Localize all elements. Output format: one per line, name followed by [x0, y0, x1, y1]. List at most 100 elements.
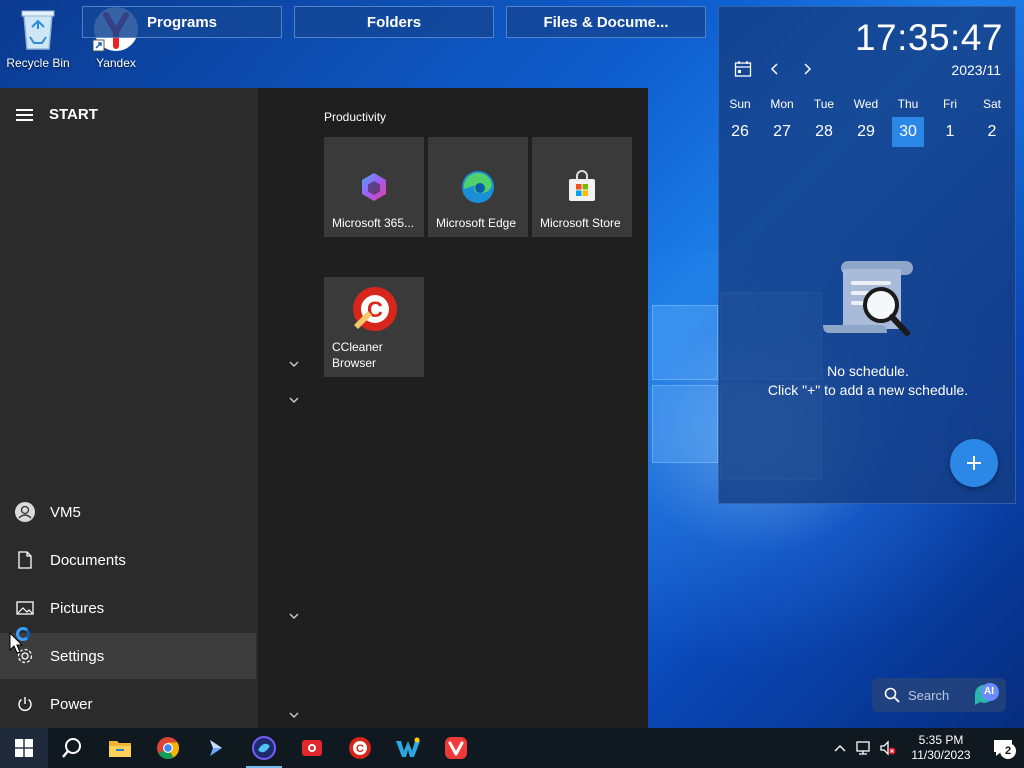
taskbar-clock[interactable]: 5:35 PM 11/30/2023	[900, 733, 982, 763]
tile-label: Microsoft Edge	[436, 216, 517, 230]
search-icon	[62, 738, 81, 758]
start-header[interactable]: START	[16, 106, 98, 123]
taskbar-screen-recorder[interactable]	[288, 728, 336, 768]
calendar-week-row: 26 27 28 29 30 1 2	[719, 117, 1017, 147]
calendar-nav	[733, 59, 817, 79]
plus-icon	[967, 456, 981, 470]
ai-assistant-button[interactable]: AI	[972, 682, 1000, 708]
fence-title: Programs	[146, 13, 218, 31]
calendar-day[interactable]: 1	[929, 117, 971, 147]
add-schedule-button[interactable]	[950, 439, 998, 487]
recycle-bin-icon	[15, 6, 61, 52]
tile-label: Microsoft Store	[540, 216, 621, 230]
tile-microsoft-edge[interactable]: Microsoft Edge	[428, 137, 528, 237]
search-widget-placeholder: Search	[908, 687, 950, 703]
fence-title: Files & Docume...	[543, 13, 669, 31]
empty-schedule-hint: Click "+" to add a new schedule.	[767, 382, 969, 398]
weekday-label: Thu	[897, 97, 919, 111]
hamburger-menu-icon[interactable]	[16, 108, 33, 121]
screen-recorder-icon	[302, 740, 322, 756]
document-icon	[15, 550, 35, 570]
tile-microsoft-365[interactable]: Microsoft 365...	[324, 137, 424, 237]
desktop-icon-recycle-bin[interactable]: Recycle Bin	[0, 0, 76, 70]
ccleaner-icon: C	[349, 737, 371, 759]
user-avatar-icon	[15, 502, 35, 522]
chevron-down-icon[interactable]	[288, 394, 300, 406]
sidebar-item-documents[interactable]: Documents	[0, 537, 256, 583]
notification-count-badge: 2	[1000, 743, 1016, 759]
sidebar-item-user[interactable]: VM5	[0, 489, 256, 535]
chevron-up-icon[interactable]	[828, 728, 852, 768]
taskbar-nexus-app[interactable]	[240, 728, 288, 768]
chevron-right-icon[interactable]	[797, 59, 817, 79]
wise-app-icon	[396, 737, 420, 757]
empty-schedule-title: No schedule.	[827, 363, 909, 379]
mouse-cursor-icon	[9, 632, 23, 654]
microsoft-365-icon	[362, 173, 386, 201]
wallpaper-window-pane	[652, 385, 718, 463]
start-menu: START VM5 Documents Pictures Settings Po…	[0, 88, 648, 728]
search-icon	[884, 687, 900, 703]
pictures-icon	[15, 598, 35, 618]
fence-title: Folders	[366, 13, 422, 31]
start-tiles-area: Productivity Microsoft 365... Microsoft …	[318, 88, 648, 728]
sidebar-item-label: Documents	[50, 551, 126, 569]
taskbar-search-button[interactable]	[48, 728, 96, 768]
chevron-down-icon[interactable]	[288, 358, 300, 370]
fence-files-documents[interactable]: Files & Docume...	[506, 6, 706, 38]
taskbar-wise-app[interactable]	[384, 728, 432, 768]
taskbar-file-explorer[interactable]	[96, 728, 144, 768]
chevron-down-icon[interactable]	[288, 709, 300, 721]
weekday-label: Wed	[853, 97, 879, 111]
taskbar-arrow-app[interactable]	[192, 728, 240, 768]
fence-folders[interactable]: Folders	[294, 6, 494, 38]
taskbar-vivaldi[interactable]	[432, 728, 480, 768]
power-icon	[15, 694, 35, 714]
desktop-icon-label: Recycle Bin	[6, 56, 70, 70]
calendar-icon[interactable]	[733, 59, 753, 79]
start-title: START	[49, 106, 98, 123]
svg-text:C: C	[367, 297, 383, 322]
empty-schedule-search-icon	[823, 261, 913, 336]
ai-button-label: AI	[984, 686, 994, 697]
tile-microsoft-store[interactable]: Microsoft Store	[532, 137, 632, 237]
weekday-label: Sat	[982, 97, 1001, 111]
calendar-day[interactable]: 2	[971, 117, 1013, 147]
calendar-day[interactable]: 27	[761, 117, 803, 147]
windows-start-icon	[15, 739, 33, 757]
tile-ccleaner-browser[interactable]: C CCleaner Browser	[324, 277, 424, 377]
weekday-label: Tue	[813, 97, 835, 111]
fence-programs[interactable]: Programs	[82, 6, 282, 38]
desktop-icon-label: Yandex	[96, 56, 136, 70]
volume-muted-icon[interactable]	[876, 728, 900, 768]
sidebar-item-label: Settings	[50, 647, 105, 665]
search-widget[interactable]: Search AI	[872, 678, 1006, 712]
calendar-day-today[interactable]: 30	[892, 117, 924, 147]
notification-center-button[interactable]: 2	[982, 728, 1024, 768]
chevron-down-icon[interactable]	[288, 610, 300, 622]
vivaldi-icon	[445, 737, 467, 759]
start-button[interactable]	[0, 728, 48, 768]
taskbar-chrome[interactable]	[144, 728, 192, 768]
widget-clock: 17:35:47	[854, 17, 1003, 58]
taskbar-ccleaner[interactable]: C	[336, 728, 384, 768]
weekday-label: Sun	[729, 97, 751, 111]
system-tray: 5:35 PM 11/30/2023 2	[828, 728, 1024, 768]
taskbar-time: 5:35 PM	[918, 733, 964, 747]
weekday-label: Fri	[943, 97, 957, 111]
sidebar-item-settings[interactable]: Settings	[0, 633, 256, 679]
tile-group-title: Productivity	[324, 110, 387, 124]
arrow-app-icon	[210, 740, 222, 756]
chevron-left-icon[interactable]	[765, 59, 785, 79]
weekday-label: Mon	[770, 97, 794, 111]
calendar-day[interactable]: 28	[803, 117, 845, 147]
ccleaner-icon: C	[353, 287, 397, 331]
edge-icon	[462, 171, 494, 203]
calendar-day[interactable]: 26	[719, 117, 761, 147]
nexus-app-icon	[252, 736, 276, 760]
sidebar-item-power[interactable]: Power	[0, 681, 256, 727]
sidebar-item-label: Power	[50, 695, 93, 713]
network-icon[interactable]	[852, 728, 876, 768]
sidebar-item-pictures[interactable]: Pictures	[0, 585, 256, 631]
calendar-day[interactable]: 29	[845, 117, 887, 147]
